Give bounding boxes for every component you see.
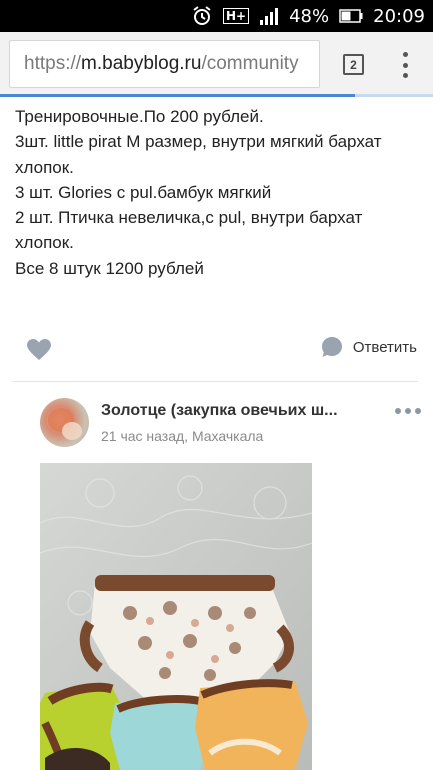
comment-author[interactable]: Золотце (закупка овечьих ш...: [101, 402, 366, 420]
comment-time: 21 час назад: [101, 428, 185, 444]
more-dot-icon: [405, 408, 411, 414]
post-line: 3шт. little pirat M размер, внутри мягки…: [15, 132, 382, 177]
reply-button[interactable]: Ответить: [321, 336, 417, 358]
status-bar: H+ 48% 20:09: [0, 0, 433, 32]
progress-fill: [0, 94, 356, 97]
browser-toolbar: https:// m.babyblog.ru /community 2: [0, 32, 433, 96]
divider: [13, 381, 418, 382]
like-heart-icon[interactable]: [27, 339, 51, 361]
url-host: m.babyblog.ru: [81, 53, 202, 74]
comment-bubble-icon: [321, 336, 343, 358]
menu-dot-icon: [402, 62, 408, 68]
reply-label: Ответить: [352, 338, 417, 356]
menu-dot-icon: [402, 52, 408, 57]
post-line: 3 шт. Glories с pul.бамбук мягкий: [15, 182, 272, 202]
signal-icon: [259, 7, 279, 25]
url-path: /community: [201, 53, 299, 74]
url-scheme: https://: [24, 53, 82, 74]
page-load-progress: [0, 94, 433, 97]
more-dot-icon: [415, 408, 421, 414]
network-type-icon: H+: [223, 8, 250, 24]
alarm-icon: [191, 5, 213, 27]
post-line: Все 8 штук 1200 рублей: [15, 258, 204, 278]
avatar[interactable]: [40, 398, 89, 447]
tab-switcher-button[interactable]: 2: [343, 54, 364, 75]
menu-dot-icon: [402, 73, 408, 78]
comment-header: Золотце (закупка овечьих ш... 21 час наз…: [40, 398, 425, 452]
post-body: Тренировочные.По 200 рублей. 3шт. little…: [15, 104, 425, 281]
meta-separator: ,: [184, 428, 192, 444]
post-line: Тренировочные.По 200 рублей.: [15, 107, 264, 126]
more-options-button[interactable]: [395, 408, 421, 414]
post-actions: Ответить: [27, 334, 417, 364]
more-dot-icon: [395, 408, 401, 414]
comment-location: Махачкала: [191, 428, 264, 444]
post-line: 2 шт. Птичка невеличка,с pul, внутри бар…: [15, 208, 363, 253]
comment-photo[interactable]: [40, 463, 312, 770]
battery-icon: [339, 9, 363, 23]
address-bar[interactable]: https:// m.babyblog.ru /community: [9, 40, 320, 88]
comment-meta: 21 час назад, Махачкала: [101, 428, 263, 444]
clock: 20:09: [373, 5, 425, 27]
battery-percent: 48%: [289, 5, 330, 27]
browser-menu-button[interactable]: [398, 52, 412, 78]
